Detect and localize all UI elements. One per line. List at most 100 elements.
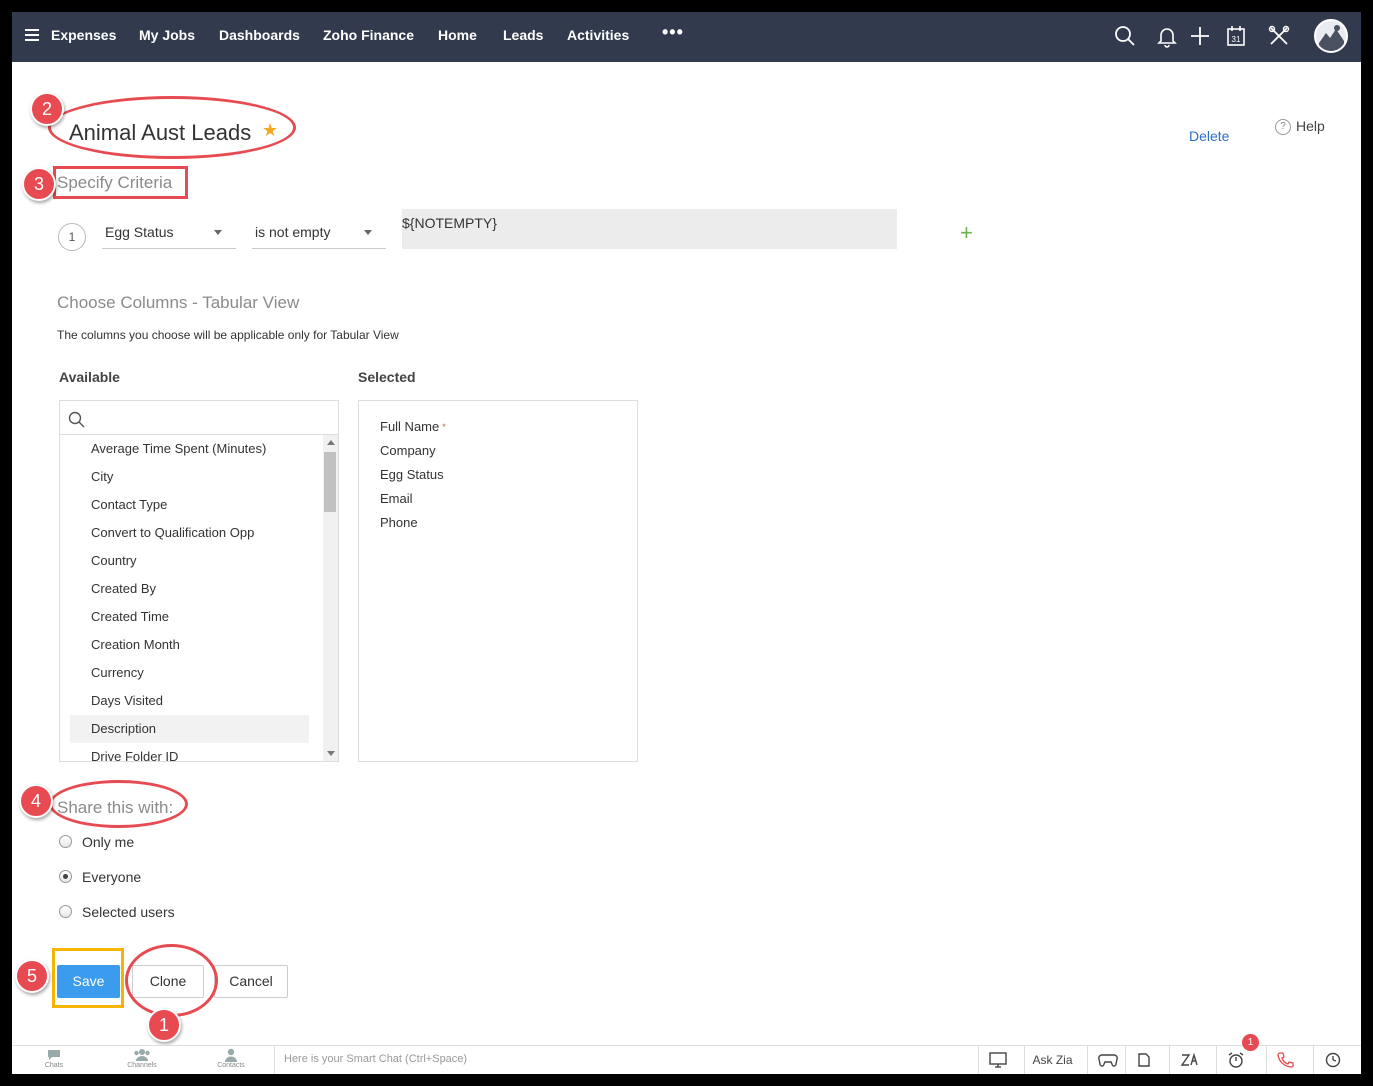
gamepad-icon[interactable]: [1087, 1046, 1125, 1074]
share-option-label: Selected users: [82, 904, 175, 920]
selected-column-label: Egg Status: [380, 467, 444, 482]
add-icon[interactable]: [1188, 24, 1212, 48]
nav-more[interactable]: •••: [662, 22, 684, 43]
save-button[interactable]: Save: [57, 965, 120, 998]
criteria-field-select[interactable]: Egg Status: [102, 215, 236, 249]
available-column-item[interactable]: Creation Month: [70, 631, 322, 659]
available-column-item[interactable]: Convert to Qualification Opp: [70, 519, 322, 547]
criteria-field-value: Egg Status: [105, 224, 174, 240]
available-columns-list: Average Time Spent (Minutes) City Contact …: [59, 400, 339, 762]
help-label: Help: [1296, 118, 1325, 134]
available-scrollbar[interactable]: [323, 435, 338, 761]
chevron-down-icon: [214, 230, 222, 235]
available-column-item[interactable]: Drive Folder ID: [70, 743, 322, 761]
specify-criteria-heading: Specify Criteria: [57, 173, 173, 192]
available-column-item[interactable]: Contact Type: [70, 491, 322, 519]
nav-activities[interactable]: Activities: [567, 27, 629, 43]
page-title[interactable]: Animal Aust Leads: [69, 120, 251, 146]
choose-columns-heading: Choose Columns - Tabular View: [57, 293, 300, 312]
selected-column-item[interactable]: Egg Status: [359, 463, 637, 487]
phone-icon[interactable]: [1266, 1046, 1313, 1074]
selected-column-item[interactable]: Phone: [359, 511, 637, 535]
available-column-item[interactable]: Description: [70, 715, 309, 743]
selected-columns-list: Full Name * Company Egg Status Email Phone: [358, 400, 638, 762]
nav-my-jobs[interactable]: My Jobs: [139, 27, 195, 43]
available-column-item[interactable]: Average Time Spent (Minutes): [70, 435, 322, 463]
available-column-item[interactable]: Created By: [70, 575, 322, 603]
share-only-me-option[interactable]: Only me: [59, 834, 134, 850]
smart-chat-input[interactable]: Here is your Smart Chat (Ctrl+Space): [274, 1046, 974, 1074]
annotation-pin-5: 5: [15, 959, 49, 993]
chat-bubble-icon: [48, 1050, 60, 1060]
radio-checked-icon[interactable]: [59, 870, 72, 883]
available-label: Available: [59, 369, 120, 385]
search-icon[interactable]: [1113, 24, 1137, 48]
available-column-item[interactable]: Country: [70, 547, 322, 575]
help-link[interactable]: ? Help: [1275, 118, 1325, 136]
selected-column-item[interactable]: Company: [359, 439, 637, 463]
cancel-button[interactable]: Cancel: [214, 965, 288, 998]
chats-tab[interactable]: Chats: [34, 1048, 74, 1069]
hamburger-menu-icon[interactable]: [25, 29, 39, 41]
annotation-pin-2: 2: [30, 92, 64, 126]
bottom-bar: Chats Channels Contacts Here is your Sma…: [12, 1034, 1361, 1074]
available-column-item[interactable]: Days Visited: [70, 687, 322, 715]
chats-tab-label: Chats: [44, 1062, 64, 1069]
share-everyone-option[interactable]: Everyone: [59, 869, 141, 885]
clone-button[interactable]: Clone: [132, 965, 204, 998]
channels-tab[interactable]: Channels: [122, 1048, 162, 1069]
annotation-pin-4: 4: [19, 784, 53, 818]
nav-expenses[interactable]: Expenses: [51, 27, 116, 43]
required-mark: *: [442, 422, 446, 432]
note-icon[interactable]: [1125, 1046, 1163, 1074]
radio-icon[interactable]: [59, 835, 72, 848]
notification-count-badge: 1: [1242, 1034, 1259, 1051]
screen-share-icon[interactable]: [978, 1046, 1024, 1074]
selected-column-item[interactable]: Full Name *: [359, 415, 637, 439]
criteria-operator-select[interactable]: is not empty: [252, 215, 386, 249]
selected-items: Full Name * Company Egg Status Email Phone: [359, 401, 637, 535]
available-column-item[interactable]: Currency: [70, 659, 322, 687]
share-selected-users-option[interactable]: Selected users: [59, 904, 175, 920]
selected-column-label: Company: [380, 443, 436, 458]
columns-note: The columns you choose will be applicabl…: [57, 328, 399, 342]
nav-dashboards[interactable]: Dashboards: [219, 27, 300, 43]
available-items: Average Time Spent (Minutes) City Contact …: [60, 435, 322, 761]
channels-tab-label: Channels: [127, 1062, 157, 1069]
favorite-star-icon[interactable]: ★: [262, 120, 278, 141]
user-avatar[interactable]: [1314, 19, 1348, 53]
nav-home[interactable]: Home: [438, 27, 477, 43]
available-search-input[interactable]: [60, 401, 338, 435]
add-criteria-icon[interactable]: +: [960, 220, 973, 246]
calendar-day: 31: [1232, 35, 1241, 44]
annotation-pin-3: 3: [22, 167, 56, 201]
nav-leads[interactable]: Leads: [503, 27, 543, 43]
share-option-label: Everyone: [82, 869, 142, 885]
available-column-item[interactable]: City: [70, 463, 322, 491]
share-heading: Share this with:: [57, 798, 174, 817]
selected-column-item[interactable]: Email: [359, 487, 637, 511]
scroll-thumb[interactable]: [324, 452, 336, 512]
calendar-icon[interactable]: 31: [1224, 24, 1248, 48]
history-icon[interactable]: [1313, 1046, 1361, 1074]
available-column-item[interactable]: Created Time: [70, 603, 322, 631]
scroll-down-arrow-icon[interactable]: [327, 751, 335, 756]
selected-column-label: Phone: [380, 515, 418, 530]
scroll-up-arrow-icon[interactable]: [327, 440, 335, 445]
criteria-value-field[interactable]: ${NOTEMPTY}: [402, 209, 897, 249]
bell-icon[interactable]: [1155, 24, 1179, 48]
nav-zoho-finance[interactable]: Zoho Finance: [323, 27, 414, 43]
radio-icon[interactable]: [59, 905, 72, 918]
ask-zia-button[interactable]: Ask Zia: [1024, 1046, 1080, 1074]
delete-link[interactable]: Delete: [1189, 128, 1229, 144]
setup-tools-icon[interactable]: [1267, 24, 1291, 48]
selected-column-label: Full Name: [380, 419, 440, 434]
contacts-tab-label: Contacts: [217, 1062, 245, 1069]
share-option-label: Only me: [82, 834, 135, 850]
zia-translate-icon[interactable]: [1169, 1046, 1207, 1074]
criteria-row-number: 1: [58, 223, 86, 251]
contacts-tab[interactable]: Contacts: [211, 1048, 251, 1069]
selected-label: Selected: [358, 369, 416, 385]
selected-column-label: Email: [380, 491, 413, 506]
contact-person-icon: [225, 1048, 237, 1062]
